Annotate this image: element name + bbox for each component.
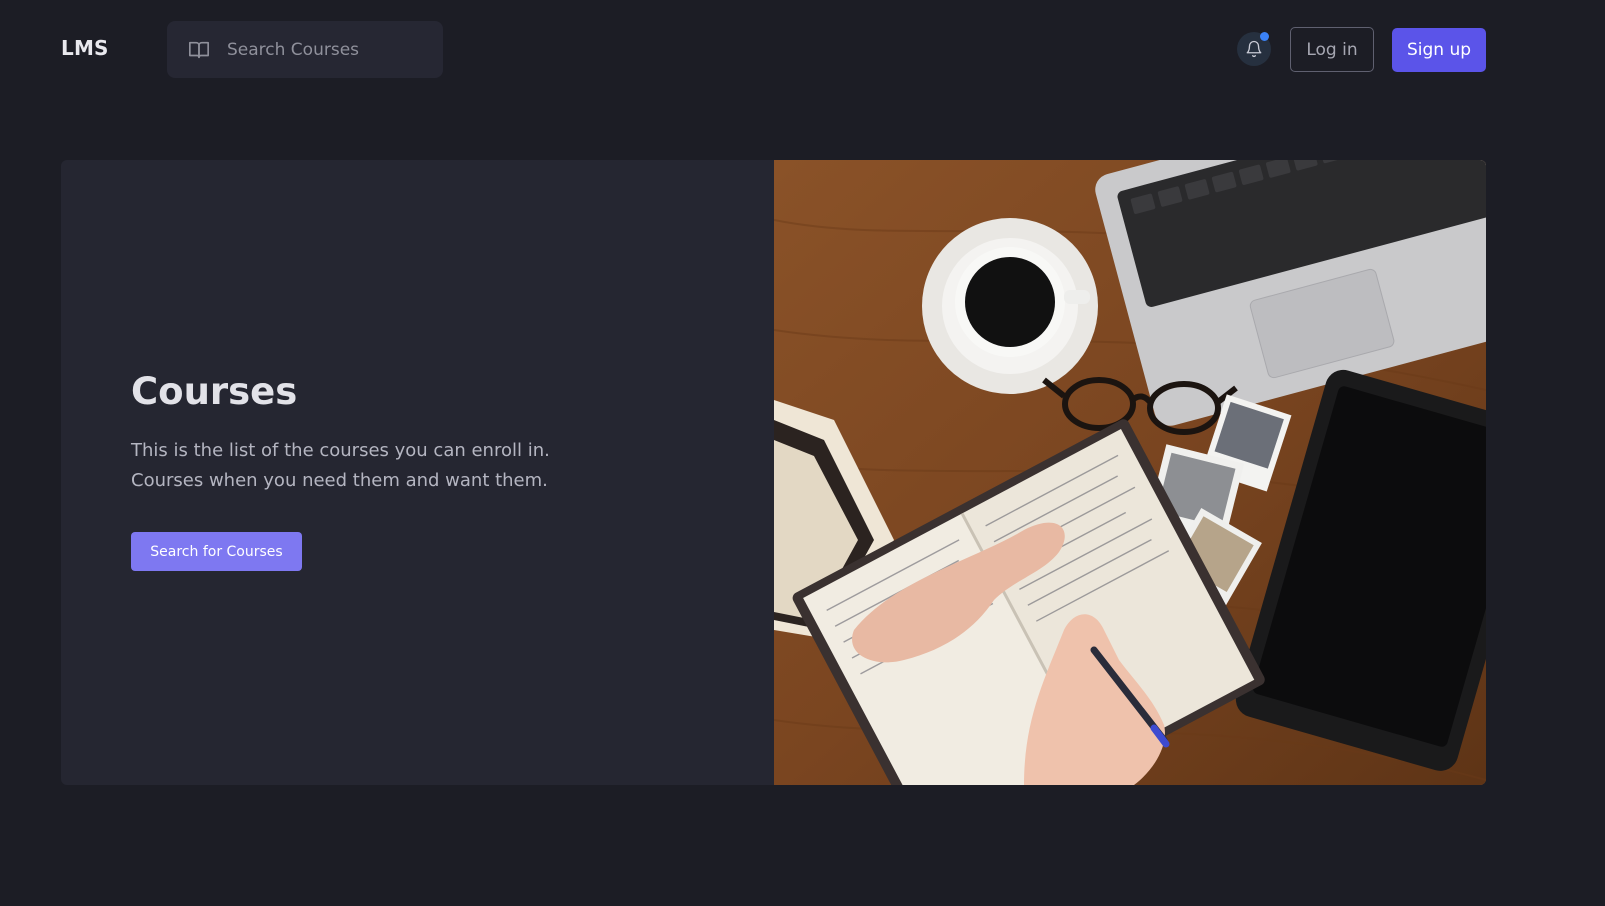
hero-description-line: Courses when you need them and want them… [131, 470, 548, 491]
hero-description-line: This is the list of the courses you can … [131, 440, 550, 461]
bell-icon [1245, 40, 1263, 58]
search-box[interactable] [167, 21, 443, 78]
book-open-icon [188, 39, 210, 61]
hero-description: This is the list of the courses you can … [131, 436, 651, 496]
top-navbar: LMS Log in Sign up [0, 0, 1605, 100]
notifications-button[interactable] [1237, 32, 1271, 66]
search-courses-button[interactable]: Search for Courses [131, 532, 302, 571]
hero-card: Courses This is the list of the courses … [61, 160, 1486, 785]
hero-image [774, 160, 1486, 785]
hero-text-panel: Courses This is the list of the courses … [61, 160, 774, 785]
search-input[interactable] [227, 39, 427, 60]
logo[interactable]: LMS [61, 36, 109, 60]
hero-title: Courses [131, 370, 298, 413]
login-button[interactable]: Log in [1290, 27, 1374, 72]
signup-button[interactable]: Sign up [1392, 28, 1486, 72]
notification-dot [1260, 32, 1269, 41]
